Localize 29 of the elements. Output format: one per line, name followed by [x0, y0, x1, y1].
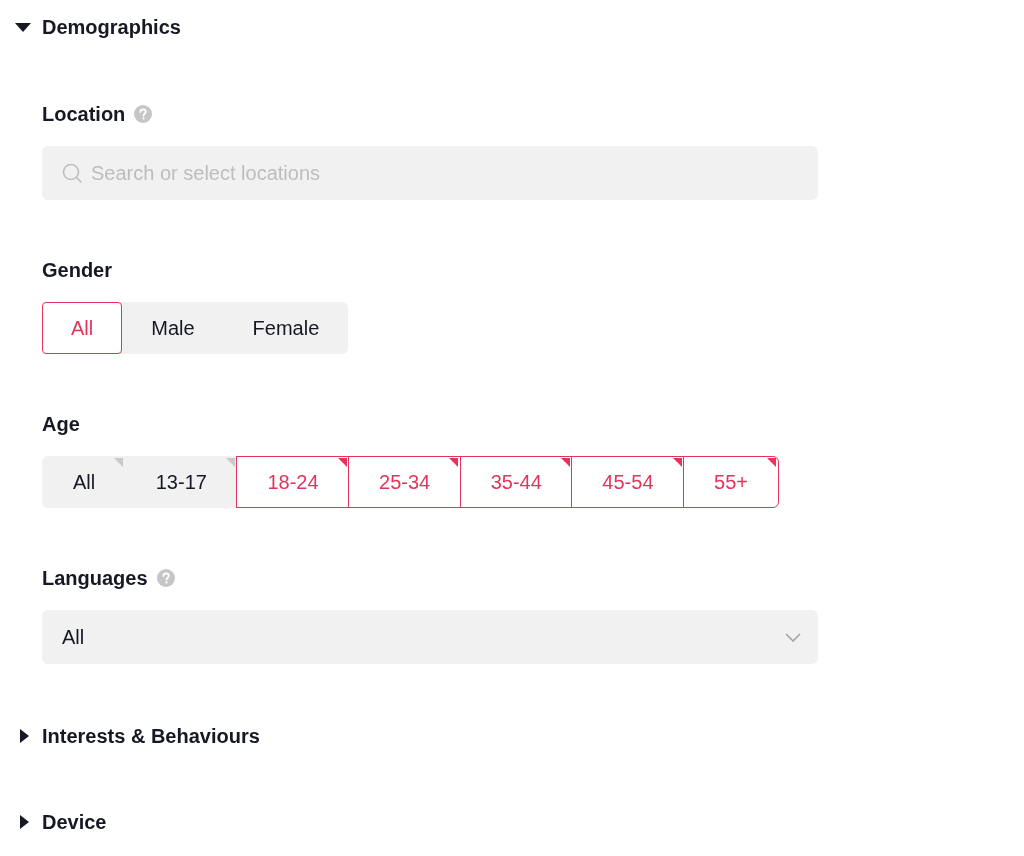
age-option[interactable]: 45-54 [571, 456, 685, 508]
corner-triangle-icon [560, 458, 570, 467]
age-option[interactable]: 55+ [683, 456, 779, 508]
segment-option[interactable]: Female [223, 302, 349, 354]
caret-down-icon[interactable] [15, 22, 31, 32]
corner-triangle-icon [672, 458, 682, 467]
field-label: Location [42, 102, 126, 127]
section-header[interactable]: Interests & Behaviours [0, 722, 264, 750]
age-option[interactable]: 25-34 [348, 456, 462, 508]
age-option[interactable]: 18-24 [236, 456, 350, 508]
field-label: Gender [42, 258, 113, 283]
corner-triangle-icon [225, 458, 235, 467]
search-icon [62, 163, 82, 183]
corner-triangle-icon [766, 458, 776, 467]
chevron-down-icon [785, 632, 801, 642]
caret-right-icon[interactable] [20, 729, 29, 743]
field-label: Languages [42, 566, 148, 591]
age-option[interactable]: 35-44 [459, 456, 573, 508]
section-header[interactable]: Demographics [0, 13, 185, 41]
corner-triangle-icon [337, 458, 347, 467]
segment-option[interactable]: Male [122, 302, 224, 354]
segment-option[interactable]: All [42, 302, 123, 354]
languages-dropdown[interactable]: All [42, 610, 818, 664]
age-option[interactable]: All [42, 456, 127, 508]
section-header[interactable]: Device [0, 808, 111, 836]
caret-right-icon[interactable] [20, 815, 29, 829]
field-label: Age [42, 412, 80, 437]
corner-triangle-icon [114, 458, 124, 467]
corner-triangle-icon [449, 458, 459, 467]
